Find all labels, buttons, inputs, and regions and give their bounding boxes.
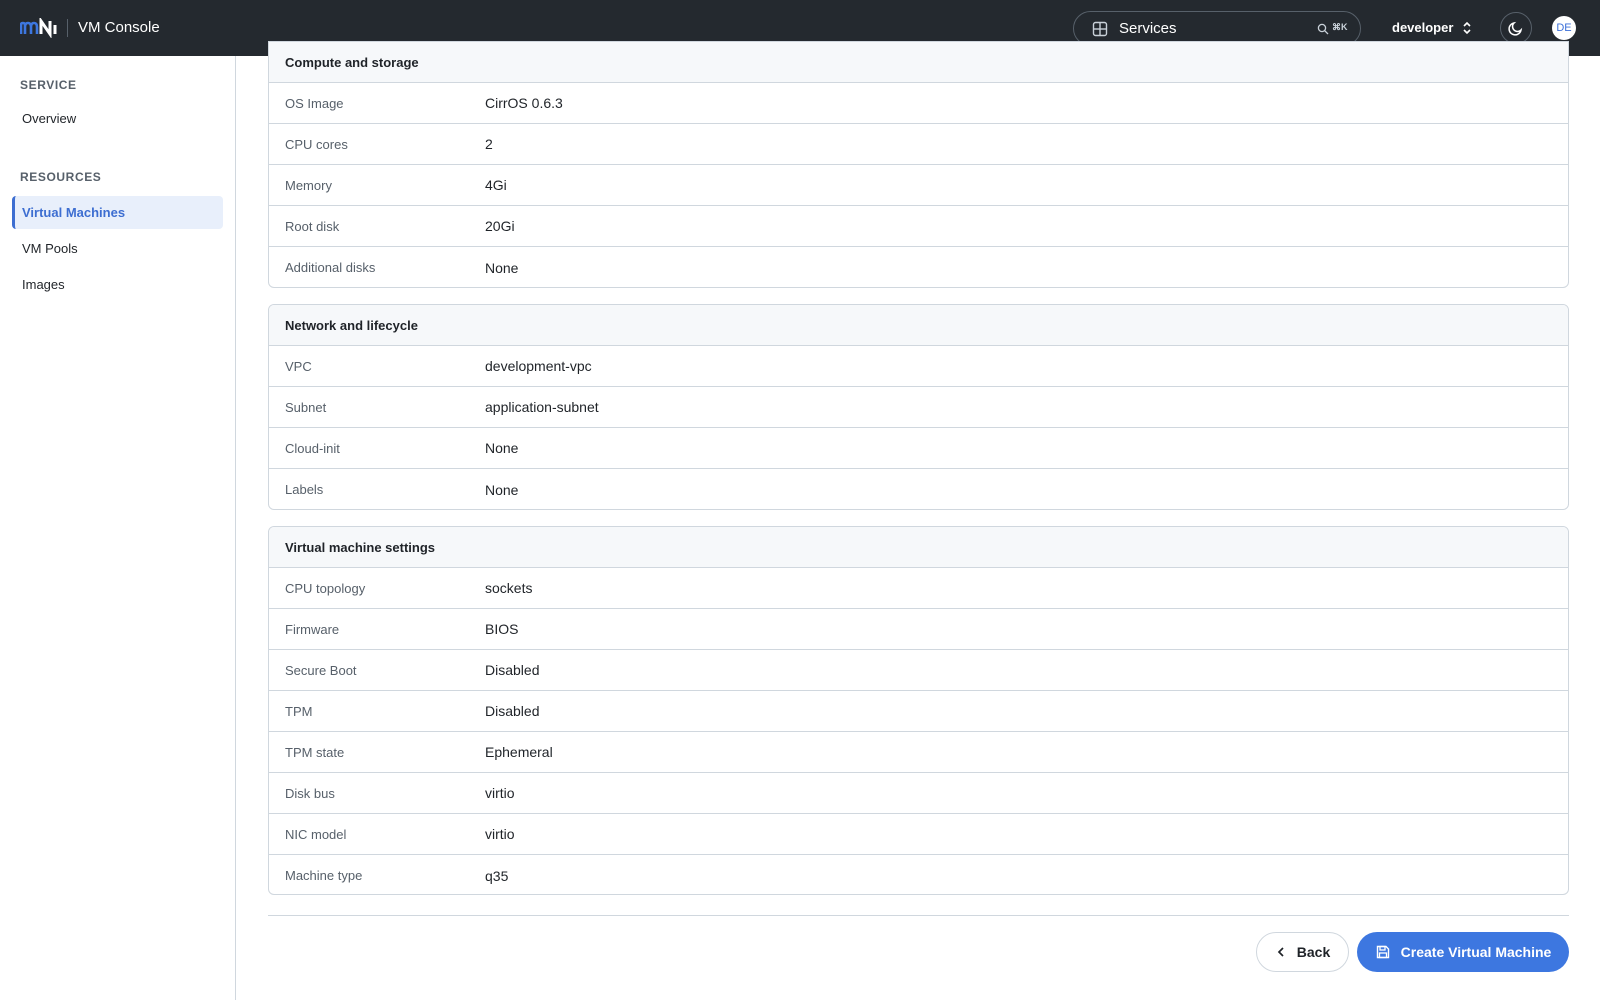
table-row: CPU topology sockets	[269, 568, 1568, 609]
table-row: Firmware BIOS	[269, 609, 1568, 650]
row-label: Machine type	[285, 868, 363, 883]
back-button-label: Back	[1296, 944, 1331, 960]
row-label: Firmware	[285, 621, 340, 637]
table-row: CPU cores 2	[269, 124, 1568, 165]
table-row: OS Image CirrOS 0.6.3	[269, 83, 1568, 124]
sidebar-item-virtual-machines[interactable]: Virtual Machines	[12, 196, 223, 229]
theme-toggle-button[interactable]	[1500, 12, 1532, 44]
search-label: Services	[1119, 20, 1177, 37]
network-lifecycle-card: Network and lifecycle VPC development-vpc…	[268, 304, 1569, 510]
row-value: application-subnet	[485, 399, 599, 415]
footer-divider	[268, 915, 1569, 916]
save-icon	[1376, 945, 1389, 959]
row-value: q35	[485, 867, 509, 884]
row-label: CPU cores	[285, 136, 348, 152]
row-label: Additional disks	[285, 260, 376, 275]
table-row: TPM state Ephemeral	[269, 732, 1568, 773]
card-title: Virtual machine settings	[269, 527, 1568, 568]
search-shortcut: ⌘K	[1332, 22, 1348, 32]
row-value: Disabled	[485, 662, 540, 678]
table-row: Secure Boot Disabled	[269, 650, 1568, 691]
row-label: Labels	[285, 482, 324, 497]
row-label: Root disk	[285, 218, 340, 234]
row-label: Subnet	[285, 399, 327, 415]
sidebar-section-service: SERVICE	[20, 78, 77, 92]
table-row: Cloud-init None	[269, 428, 1568, 469]
moon-icon	[1508, 21, 1523, 36]
table-row: Labels None	[269, 469, 1568, 509]
table-row: Root disk 20Gi	[269, 206, 1568, 247]
row-value: Disabled	[485, 703, 540, 719]
row-label: CPU topology	[285, 580, 366, 596]
row-value: None	[485, 259, 519, 276]
user-switcher[interactable]: developer	[1392, 18, 1473, 38]
row-value: virtio	[485, 785, 515, 801]
avatar[interactable]: DE	[1552, 16, 1576, 40]
chevron-left-icon	[1277, 947, 1284, 957]
table-row: TPM Disabled	[269, 691, 1568, 732]
row-value: CirrOS 0.6.3	[485, 95, 563, 111]
row-value: Ephemeral	[485, 744, 553, 760]
table-row: VPC development-vpc	[269, 346, 1568, 387]
app-title: VM Console	[78, 19, 160, 36]
row-value: sockets	[485, 580, 533, 596]
chevron-updown-icon	[1463, 21, 1471, 35]
row-value: 4Gi	[485, 177, 507, 193]
compute-storage-card: Compute and storage OS Image CirrOS 0.6.3…	[268, 41, 1569, 288]
title-divider	[67, 19, 68, 37]
table-row: Additional disks None	[269, 247, 1568, 287]
create-virtual-machine-button[interactable]: Create Virtual Machine	[1357, 932, 1569, 972]
row-label: VPC	[285, 358, 312, 374]
row-value: development-vpc	[485, 358, 592, 374]
back-button[interactable]: Back	[1256, 932, 1349, 972]
row-value: virtio	[485, 826, 515, 842]
row-value: None	[485, 481, 519, 498]
table-row: Subnet application-subnet	[269, 387, 1568, 428]
grid-icon	[1092, 21, 1108, 37]
sidebar-section-resources: RESOURCES	[20, 170, 102, 184]
row-label: OS Image	[285, 95, 344, 111]
table-row: NIC model virtio	[269, 814, 1568, 855]
logo[interactable]	[20, 18, 58, 38]
row-label: Secure Boot	[285, 662, 357, 678]
card-title: Compute and storage	[269, 42, 1568, 83]
create-button-label: Create Virtual Machine	[1400, 944, 1552, 960]
row-label: Memory	[285, 177, 332, 193]
row-value: 2	[485, 136, 493, 152]
row-value: None	[485, 440, 519, 456]
row-value: BIOS	[485, 621, 519, 637]
vm-settings-card: Virtual machine settings CPU topology soc…	[268, 526, 1569, 895]
user-name: developer	[1392, 20, 1454, 35]
search-icon	[1317, 23, 1329, 35]
row-label: Cloud-init	[285, 440, 340, 456]
row-label: TPM	[285, 703, 313, 719]
table-row: Machine type q35	[269, 855, 1568, 894]
card-title: Network and lifecycle	[269, 305, 1568, 346]
table-row: Memory 4Gi	[269, 165, 1568, 206]
row-value: 20Gi	[485, 218, 515, 234]
table-row: Disk bus virtio	[269, 773, 1568, 814]
sidebar-item-images[interactable]: Images	[12, 268, 223, 301]
sidebar-item-overview[interactable]: Overview	[12, 102, 223, 135]
row-label: NIC model	[285, 826, 347, 842]
row-label: TPM state	[285, 744, 345, 760]
sidebar-item-vm-pools[interactable]: VM Pools	[12, 232, 223, 265]
sidebar: SERVICE Overview RESOURCES Virtual Machi…	[0, 56, 236, 1000]
row-label: Disk bus	[285, 785, 335, 801]
